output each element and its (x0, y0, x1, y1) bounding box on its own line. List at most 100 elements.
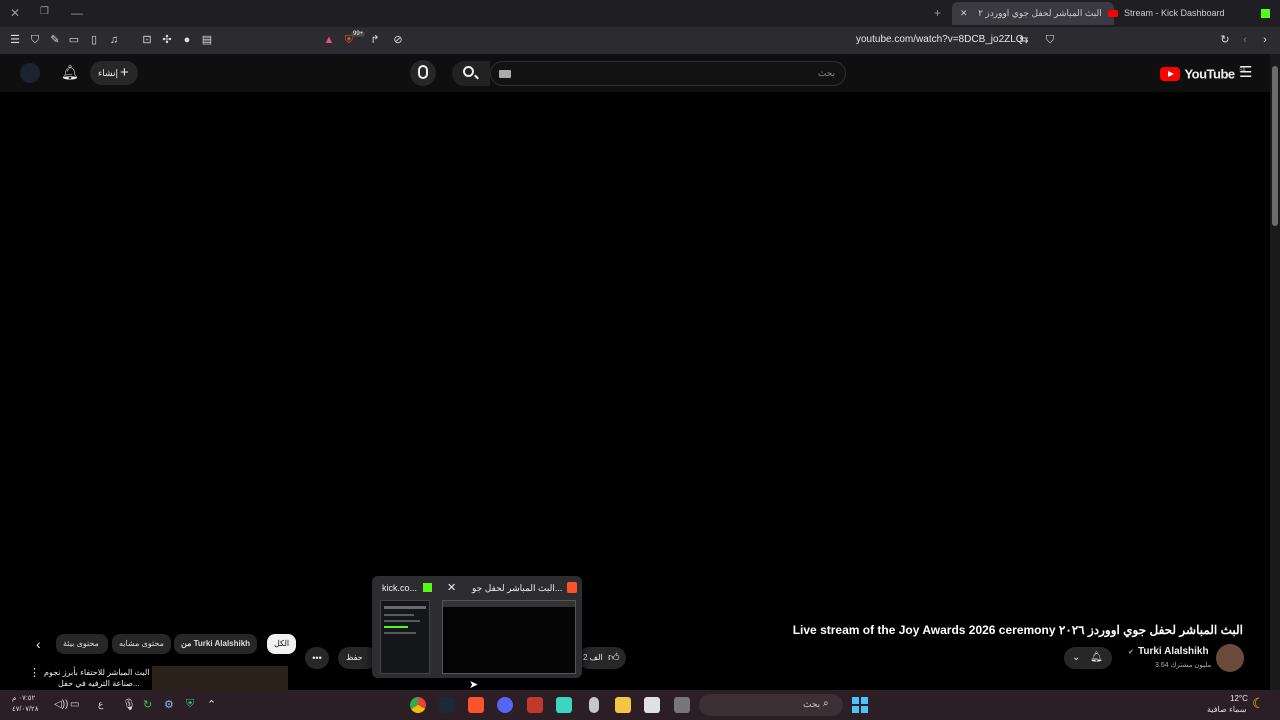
youtube-favicon-icon (1108, 10, 1119, 18)
sync-tray-icon[interactable]: ↻ (143, 698, 152, 711)
tab-kick-label: Stream - Kick Dashboard (1124, 8, 1225, 18)
chip-environment[interactable]: محتوى بيئة (56, 634, 108, 654)
puzzle-icon[interactable]: ✣ (160, 33, 174, 47)
close-tab-icon[interactable]: ✕ (960, 8, 968, 18)
recommendation-subtitle: صناعة الترفيه في حفل... (58, 679, 140, 688)
search-button[interactable] (452, 61, 490, 86)
back-icon[interactable]: ‹ (1238, 33, 1252, 47)
more-actions-button[interactable]: ••• (305, 647, 329, 669)
like-button[interactable]: 2 الف 👍︎ (578, 647, 626, 669)
minimize-window-icon[interactable]: — (71, 6, 83, 20)
shield-icon[interactable]: ⛉ (28, 33, 42, 47)
close-preview-icon[interactable]: ✕ (447, 581, 456, 594)
voicemeeter-icon[interactable] (527, 697, 543, 713)
discord-icon[interactable] (497, 697, 513, 713)
printer-icon[interactable]: ▤ (200, 33, 214, 47)
like-count: 2 الف (583, 653, 603, 662)
browser-toolbar: ☰ ⛉ ✎ ▭ ▯ ♫ ⊡ ✣ ● ▤ ▲ ⛨ 99+ ↱ ⊘ youtube.… (0, 27, 1280, 54)
rewards-triangle-icon[interactable]: ▲ (322, 33, 336, 47)
new-tab-icon[interactable]: + (934, 6, 941, 20)
create-button[interactable]: إنشاء + (90, 61, 138, 85)
recommendation-title[interactable]: البث المباشر للاحتفاء بأبرز نجوم (44, 668, 150, 677)
youtube-logo[interactable]: YouTube SA (1160, 65, 1246, 83)
task-view-icon[interactable] (674, 697, 690, 713)
search-icon (463, 66, 474, 77)
thumbs-up-icon: 👍︎ (608, 652, 620, 664)
wallet-icon[interactable]: ▭ (67, 33, 81, 47)
preview-youtube-thumbnail[interactable] (442, 600, 576, 674)
chrome-icon[interactable] (410, 697, 426, 713)
youtube-header: 🔔︎ إنشاء + بحث YouTube SA ☰ (0, 54, 1270, 92)
chip-from-channel[interactable]: من Turki Alalshikh (174, 634, 258, 654)
brave-icon (567, 582, 577, 593)
address-bar-url[interactable]: youtube.com/watch?v=8DCB_jo2ZLQ (856, 34, 1024, 45)
tab-youtube-label: البث المباشر لحفل جوي اووردز ٢ (978, 8, 1102, 18)
language-indicator[interactable]: ع (98, 699, 103, 710)
tune-icon[interactable]: ⇆ (1017, 33, 1031, 47)
taskbar-search-icon: ⌕ (823, 698, 829, 709)
voice-search-button[interactable] (410, 60, 436, 86)
forward-icon[interactable]: › (1258, 33, 1272, 47)
video-player[interactable] (0, 92, 1270, 612)
preview-kick-label: kick.co... (382, 583, 418, 593)
reload-icon[interactable]: ↻ (1218, 33, 1232, 47)
menu-icon[interactable]: ☰ (8, 33, 22, 47)
reader-icon[interactable]: ⊘ (391, 33, 405, 47)
recommendation-thumbnail[interactable] (152, 666, 288, 690)
close-window-icon[interactable]: ✕ (10, 6, 20, 20)
channel-avatar[interactable] (1216, 644, 1244, 672)
steam-tray-icon[interactable]: ⚙ (164, 698, 174, 711)
channel-name[interactable]: Turki Alalshikh (1138, 646, 1209, 657)
taskbar-preview-popup: kick.co... ✕ البث المباشر لحفل جو... (372, 576, 582, 678)
avatar[interactable] (20, 63, 40, 83)
hamburger-menu-icon[interactable]: ☰ (1239, 63, 1252, 81)
sidebar-icon[interactable]: ▯ (87, 33, 101, 47)
weather-description[interactable]: سماء صافية (1207, 705, 1247, 714)
subscriber-count: 3.64 مليون مشترك (1155, 662, 1212, 669)
recommendation-menu-icon[interactable]: ⋮ (29, 666, 40, 679)
store-icon[interactable] (644, 697, 660, 713)
kick-icon (423, 583, 432, 592)
shield-badge: 99+ (351, 31, 366, 37)
bookmark-icon[interactable]: ⛉ (1043, 33, 1057, 47)
volume-icon[interactable]: ◁)) (54, 699, 68, 710)
share-icon[interactable]: ↱ (368, 33, 382, 47)
clock-date[interactable]: ٤٧/٠٧/٢٨ (12, 705, 38, 713)
mic-tray-icon[interactable]: 🎙︎ (122, 698, 136, 711)
video-title: Live stream of the Joy Awards 2026 cerem… (792, 623, 1243, 637)
app-cyan-icon[interactable] (556, 697, 572, 713)
preview-kick-thumbnail[interactable] (380, 600, 430, 674)
tab-kick[interactable]: Stream - Kick Dashboard (1124, 2, 1274, 25)
save-label: حفظ (346, 653, 363, 662)
restore-window-icon[interactable]: ❐ (40, 6, 49, 17)
tab-youtube[interactable]: ✕ البث المباشر لحفل جوي اووردز ٢ (952, 2, 1119, 25)
taskbar-search-input[interactable]: ⌕ بحث (699, 694, 843, 716)
taskbar-search-placeholder: بحث (803, 699, 821, 709)
scrollbar-thumb[interactable] (1272, 66, 1278, 226)
extensions-icon[interactable]: ✎ (48, 33, 62, 47)
subscribed-button[interactable]: ⌄ 🔔︎ (1064, 647, 1112, 669)
clock-time[interactable]: ٠٧:٥٢ م (12, 694, 35, 702)
file-explorer-icon[interactable] (615, 697, 631, 713)
youtube-logo-text: YouTube (1184, 66, 1235, 82)
screenshot-icon[interactable]: ⊡ (140, 33, 154, 47)
chevron-down-icon: ⌄ (1072, 652, 1081, 663)
chip-related[interactable]: محتوى مشابه (112, 634, 171, 654)
keyboard-icon[interactable] (499, 70, 511, 78)
tray-expand-chevron-icon[interactable]: ⌃ (207, 698, 216, 711)
plus-icon: + (120, 64, 129, 81)
notifications-bell-icon[interactable]: 🔔︎ (61, 64, 79, 81)
music-icon[interactable]: ♫ (107, 33, 121, 47)
cookie-icon[interactable]: ● (180, 33, 194, 47)
network-icon[interactable]: ▭ (70, 699, 79, 710)
search-input[interactable]: بحث (490, 61, 846, 86)
security-tray-icon[interactable]: ⛨ (186, 698, 194, 711)
windows-start-icon[interactable] (852, 697, 868, 713)
chip-all[interactable]: الكل (267, 634, 297, 654)
chips-next-arrow-icon[interactable]: ‹ (36, 636, 41, 652)
create-label: إنشاء (98, 68, 119, 78)
mouse-app-icon[interactable] (589, 697, 599, 713)
weather-temp[interactable]: 12°C (1230, 694, 1248, 703)
steam-icon[interactable] (439, 697, 455, 713)
brave-taskbar-icon[interactable] (468, 697, 484, 713)
